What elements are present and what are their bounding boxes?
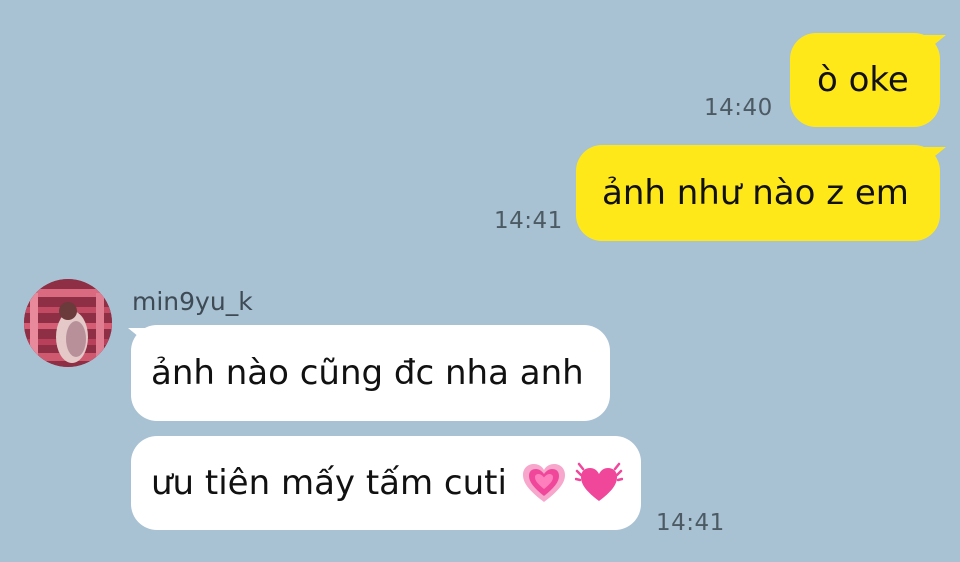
message-timestamp: 14:41 xyxy=(494,208,563,234)
growing-heart-icon xyxy=(522,464,565,502)
message-timestamp: 14:40 xyxy=(704,95,773,121)
bubble-tail xyxy=(924,35,946,53)
message-text: ưu tiên mấy tấm cuti xyxy=(151,463,507,503)
message-text: ảnh như nào z em xyxy=(602,173,909,213)
sender-name: min9yu_k xyxy=(132,287,253,316)
emoji-group xyxy=(521,461,623,505)
outgoing-message-bubble[interactable]: ò oke xyxy=(790,33,940,127)
message-timestamp: 14:41 xyxy=(656,510,725,536)
avatar-photo xyxy=(24,279,112,367)
incoming-message-bubble[interactable]: ảnh nào cũng đc nha anh xyxy=(131,325,610,421)
beating-heart-icon xyxy=(574,462,623,501)
incoming-message-bubble[interactable]: ưu tiên mấy tấm cuti xyxy=(131,436,641,530)
outgoing-message-bubble[interactable]: ảnh như nào z em xyxy=(576,145,940,241)
bubble-tail xyxy=(924,147,946,165)
message-text: ảnh nào cũng đc nha anh xyxy=(151,353,584,393)
message-text: ò oke xyxy=(817,60,909,100)
chat-thread: ò oke 14:40 ảnh như nào z em 14:41 min9y… xyxy=(0,0,960,562)
avatar[interactable] xyxy=(24,279,112,367)
